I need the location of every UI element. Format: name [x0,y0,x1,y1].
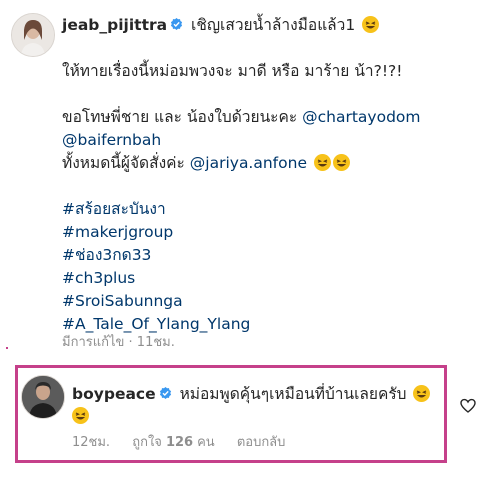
mention-jariya-anfone[interactable]: @jariya.anfone [190,154,307,172]
reply-author-username[interactable]: boypeace [72,385,156,403]
highlight-marker [6,347,8,349]
post-caption: jeab_pijittra เชิญเสวยน้ำล้างมือแล้ว1 ให… [62,14,482,336]
caption-line-1: jeab_pijittra เชิญเสวยน้ำล้างมือแล้ว1 [62,14,482,37]
reply-line-1: boypeace หม่อมพูดคุ้นๆเหมือนที่บ้านเลยคร… [72,383,442,405]
caption-line-4: @baifernbah [62,129,482,152]
verified-badge-icon [159,384,172,399]
hashtag-link[interactable]: #makerjgroup [62,221,482,244]
post-author-username[interactable]: jeab_pijittra [62,16,167,34]
reply-text: หม่อมพูดคุ้นๆเหมือนที่บ้านเลยครับ [179,385,407,403]
instagram-comment-view: jeab_pijittra เชิญเสวยน้ำล้างมือแล้ว1 ให… [0,0,500,477]
reply-author-avatar[interactable] [21,375,65,419]
caption-line-2: ให้ทายเรื่องนี้หม่อมพวงจะ มาดี หรือ มาร้… [62,62,403,80]
hashtag-link[interactable]: #ช่อง3กด33 [62,244,482,267]
grinning-squinting-face-emoji [362,16,380,33]
hashtag-link[interactable]: #SroiSabunnga [62,290,482,313]
grinning-squinting-face-emoji [413,385,431,402]
heart-outline-icon[interactable] [460,398,476,414]
reply-meta: 12ชม. ถูกใจ 126 คน ตอบกลับ [72,431,303,452]
hashtag-list: #สร้อยสะบันงา #makerjgroup #ช่อง3กด33 #c… [62,198,482,336]
mention-baifernbah[interactable]: @baifernbah [62,131,161,149]
verified-badge-icon [170,15,183,30]
mention-chartayodom[interactable]: @chartayodom [302,108,420,126]
likes-suffix: คน [197,435,215,450]
post-author-avatar[interactable] [11,13,55,57]
grinning-squinting-face-emoji [313,154,331,171]
grinning-squinting-face-emoji [332,154,350,171]
hashtag-link[interactable]: #ch3plus [62,267,482,290]
likes-count: 126 [165,435,194,450]
reply-likes[interactable]: ถูกใจ 126 คน [132,435,214,450]
post-meta: มีการแก้ไข · 11ชม. [62,335,175,350]
caption-line-3: ขอโทษพี่ชาย และ น้องใบด้วยนะคะ @chartayo… [62,106,482,129]
apology-text: ขอโทษพี่ชาย และ น้องใบด้วยนะคะ [62,108,298,126]
reply-button[interactable]: ตอบกลับ [237,435,286,450]
caption-first-line: เชิญเสวยน้ำล้างมือแล้ว1 [191,16,356,34]
likes-prefix: ถูกใจ [132,435,162,450]
grinning-squinting-face-emoji [72,407,89,424]
director-text: ทั้งหมดนี้ผู้จัดสั่งค่ะ [62,154,185,172]
reply-line-2 [72,405,442,427]
hashtag-link[interactable]: #สร้อยสะบันงา [62,198,482,221]
reply-timestamp: 12ชม. [72,435,111,450]
caption-line-5: ทั้งหมดนี้ผู้จัดสั่งค่ะ @jariya.anfone [62,152,482,175]
reply-comment: boypeace หม่อมพูดคุ้นๆเหมือนที่บ้านเลยคร… [72,383,442,427]
